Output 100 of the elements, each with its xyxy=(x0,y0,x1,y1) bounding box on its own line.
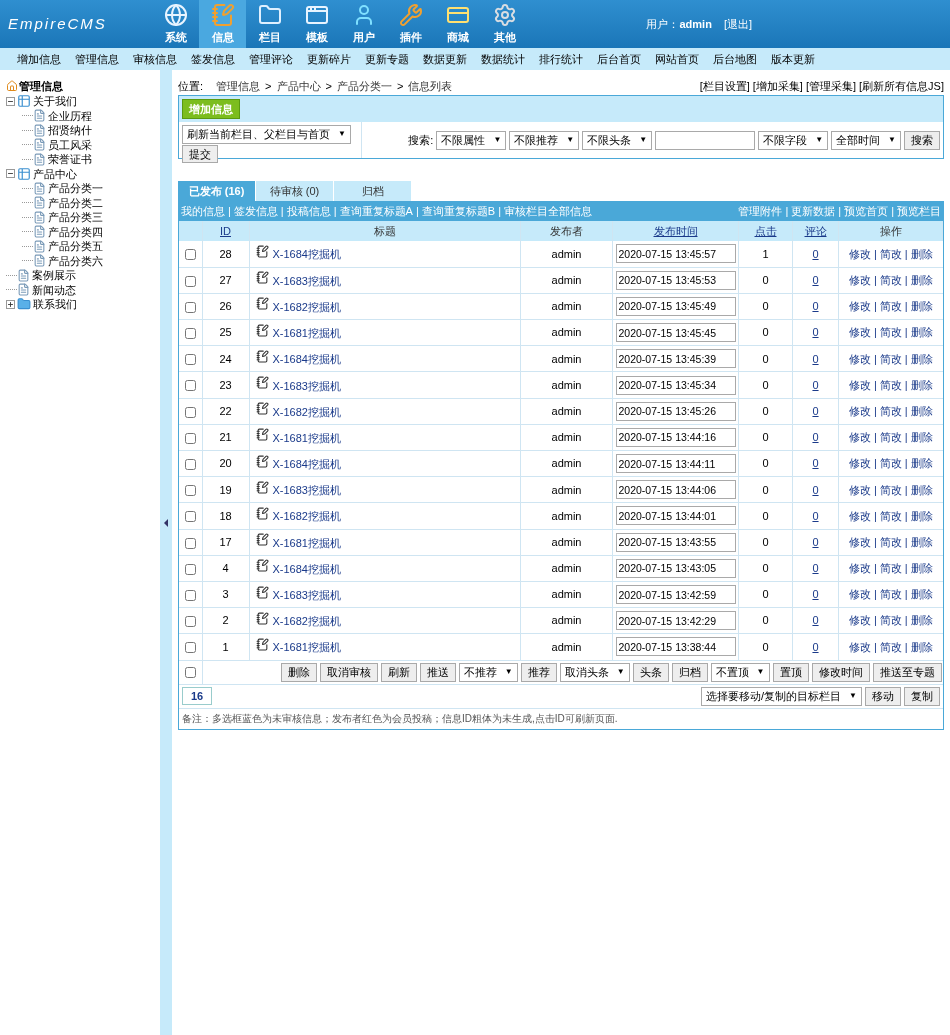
tree-item[interactable]: 产品分类三 xyxy=(48,209,103,226)
action-link[interactable]: 简改 xyxy=(879,457,902,470)
title-link[interactable]: X-1684挖掘机 xyxy=(272,246,341,263)
action-link[interactable]: 修改 xyxy=(848,247,871,260)
top-link[interactable]: [管理采集] xyxy=(805,77,857,95)
id-link[interactable]: 20 xyxy=(219,457,232,470)
bulk-button[interactable]: 推送至专题 xyxy=(872,662,942,682)
sub-nav-link[interactable]: 网站首页 xyxy=(648,50,706,68)
row-checkbox[interactable] xyxy=(184,380,196,392)
comments-link[interactable]: 0 xyxy=(812,326,819,339)
action-link[interactable]: 修改 xyxy=(848,378,871,391)
row-checkbox[interactable] xyxy=(184,642,196,654)
breadcrumb-link[interactable]: 产品分类一 xyxy=(336,77,392,95)
action-link[interactable]: 删除 xyxy=(910,640,933,653)
action-link[interactable]: 修改 xyxy=(848,535,871,548)
action-link[interactable]: 修改 xyxy=(848,352,871,365)
action-link[interactable]: 简改 xyxy=(879,614,902,627)
tree-item[interactable]: 新闻动态 xyxy=(32,281,76,298)
sub-nav-link[interactable]: 版本更新 xyxy=(764,50,822,68)
action-link[interactable]: 修改 xyxy=(848,588,871,601)
action-link[interactable]: 修改 xyxy=(848,509,871,522)
action-link[interactable]: 简改 xyxy=(879,300,902,313)
id-link[interactable]: 25 xyxy=(219,326,232,339)
time-field[interactable]: 2020-07-15 13:45:39 xyxy=(615,349,736,369)
id-link[interactable]: 22 xyxy=(219,404,232,417)
action-link[interactable]: 修改 xyxy=(848,300,871,313)
tab[interactable]: 待审核 (0) xyxy=(256,181,333,201)
sub-nav-link[interactable]: 签发信息 xyxy=(184,50,242,68)
top-link[interactable]: [刷新所有信息JS] xyxy=(859,77,944,95)
action-link[interactable]: 删除 xyxy=(910,378,933,391)
comments-link[interactable]: 0 xyxy=(812,404,819,417)
time-field[interactable]: 2020-07-15 13:45:26 xyxy=(615,401,736,421)
action-link[interactable]: 简改 xyxy=(879,535,902,548)
tree-item[interactable]: 联系我们 xyxy=(33,296,77,313)
move-button[interactable]: 复制 xyxy=(904,686,940,706)
action-link[interactable]: 简改 xyxy=(879,247,902,260)
time-field[interactable]: 2020-07-15 13:45:34 xyxy=(615,375,736,395)
row-checkbox[interactable] xyxy=(184,589,196,601)
time-field[interactable]: 2020-07-15 13:44:01 xyxy=(615,506,736,526)
action-link[interactable]: 删除 xyxy=(910,535,933,548)
id-link[interactable]: 3 xyxy=(222,588,229,601)
time-field[interactable]: 2020-07-15 13:44:11 xyxy=(615,454,736,474)
expand-icon[interactable] xyxy=(6,299,15,309)
title-link[interactable]: X-1683挖掘机 xyxy=(272,482,341,499)
row-checkbox[interactable] xyxy=(184,301,196,313)
sub-nav-link[interactable]: 增加信息 xyxy=(10,50,68,68)
title-link[interactable]: X-1682挖掘机 xyxy=(272,403,341,421)
title-link[interactable]: X-1684挖掘机 xyxy=(272,456,341,473)
action-link[interactable]: 简改 xyxy=(879,404,902,417)
collapse-icon[interactable] xyxy=(6,169,15,179)
move-button[interactable]: 移动 xyxy=(865,686,901,706)
action-link[interactable]: 修改 xyxy=(848,404,871,417)
action-link[interactable]: 删除 xyxy=(910,326,933,339)
refresh-select[interactable]: 刷新当前栏目、父栏目与首页 ▼ xyxy=(182,125,351,144)
row-checkbox[interactable] xyxy=(184,537,196,549)
nav-tab[interactable]: 系统 xyxy=(152,0,199,48)
filter-select[interactable]: 全部时间 ▼ xyxy=(831,130,901,150)
nav-tab[interactable]: 商城 xyxy=(434,0,481,48)
sub-nav-link[interactable]: 管理评论 xyxy=(242,50,300,68)
comments-link[interactable]: 0 xyxy=(812,378,819,391)
time-field[interactable]: 2020-07-15 13:44:16 xyxy=(615,427,736,447)
action-link[interactable]: 删除 xyxy=(910,300,933,313)
time-field[interactable]: 2020-07-15 13:43:05 xyxy=(615,558,736,578)
tree-item[interactable]: 产品分类一 xyxy=(48,180,103,197)
time-field[interactable]: 2020-07-15 13:42:59 xyxy=(615,585,736,605)
tree-item[interactable]: 案例展示 xyxy=(32,267,76,284)
row-checkbox[interactable] xyxy=(184,485,196,497)
title-link[interactable]: X-1681挖掘机 xyxy=(272,534,341,552)
action-link[interactable]: 简改 xyxy=(879,640,902,653)
sub-nav-link[interactable]: 审核信息 xyxy=(126,50,184,68)
row-checkbox[interactable] xyxy=(184,406,196,418)
filter-select[interactable]: 不限头条 ▼ xyxy=(582,130,653,150)
collapse-icon[interactable] xyxy=(6,96,15,106)
sub-nav-link[interactable]: 排行统计 xyxy=(532,50,590,68)
title-link[interactable]: X-1683挖掘机 xyxy=(272,272,341,290)
search-field[interactable] xyxy=(655,130,756,150)
action-link[interactable]: 简改 xyxy=(879,378,902,391)
bulk-select[interactable]: 不置顶 ▼ xyxy=(710,662,770,682)
action-link[interactable]: 删除 xyxy=(910,562,933,575)
time-field[interactable]: 2020-07-15 13:45:53 xyxy=(615,270,736,290)
bulk-select[interactable]: 取消头条 ▼ xyxy=(559,662,630,682)
tree-item[interactable]: 企业历程 xyxy=(48,107,92,124)
action-link[interactable]: 修改 xyxy=(848,326,871,339)
tree-item[interactable]: 产品分类四 xyxy=(48,223,103,240)
nav-tab[interactable]: 其他 xyxy=(481,0,528,48)
bulk-button[interactable]: 置顶 xyxy=(772,662,809,682)
row-checkbox[interactable] xyxy=(184,275,196,287)
id-link[interactable]: 21 xyxy=(219,431,232,444)
row-checkbox[interactable] xyxy=(184,458,196,470)
action-link[interactable]: 简改 xyxy=(879,326,902,339)
title-link[interactable]: X-1683挖掘机 xyxy=(272,587,341,604)
title-link[interactable]: X-1682挖掘机 xyxy=(272,613,341,630)
id-link[interactable]: 23 xyxy=(219,378,232,391)
comments-link[interactable]: 0 xyxy=(812,509,819,522)
sub-nav-link[interactable]: 更新碎片 xyxy=(300,50,358,68)
sub-nav-link[interactable]: 后台地图 xyxy=(706,50,764,68)
nav-tab[interactable]: 插件 xyxy=(387,0,434,48)
bulk-button[interactable]: 删除 xyxy=(280,662,317,682)
comments-link[interactable]: 0 xyxy=(812,588,819,601)
action-link[interactable]: 删除 xyxy=(910,352,933,365)
